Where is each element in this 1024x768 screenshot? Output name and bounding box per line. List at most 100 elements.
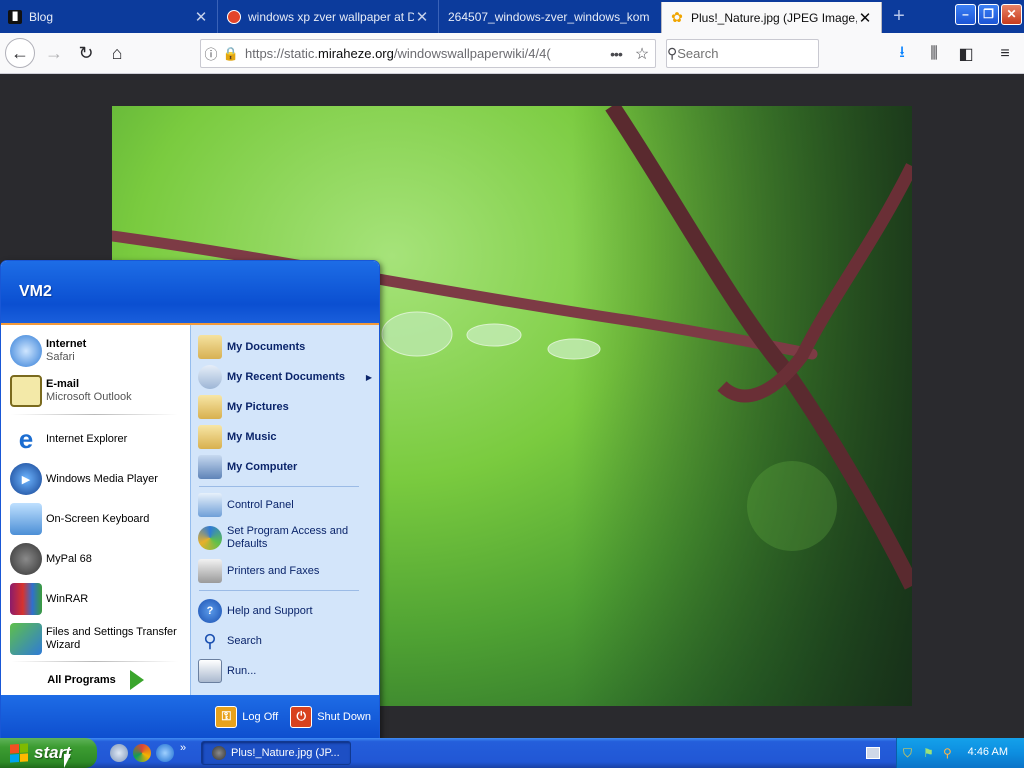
- tab-duckduckgo[interactable]: windows xp zver wallpaper at Du ✕: [219, 0, 439, 33]
- program-mypal[interactable]: MyPal 68: [1, 541, 190, 577]
- place-search[interactable]: ⚲ Search: [191, 627, 379, 655]
- back-button[interactable]: ←: [5, 38, 35, 68]
- search-tray-icon[interactable]: ⚲: [943, 746, 957, 760]
- home-button[interactable]: ⌂: [103, 39, 131, 67]
- quicklaunch-chrome-icon[interactable]: [133, 744, 151, 762]
- quicklaunch-expand-icon[interactable]: »: [180, 742, 186, 754]
- outlook-icon: [10, 375, 42, 407]
- start-menu-footer: ⚿ Log Off ⏻ Shut Down: [1, 695, 379, 738]
- power-icon: ⏻: [290, 705, 313, 728]
- folder-documents-icon: [198, 335, 222, 359]
- blog-favicon-icon: █: [8, 9, 22, 24]
- user-name: VM2: [19, 283, 52, 300]
- place-my-documents[interactable]: My Documents: [191, 333, 379, 361]
- submenu-arrow-icon: ▶: [365, 372, 372, 382]
- all-programs-button[interactable]: All Programs: [1, 665, 190, 695]
- lock-icon[interactable]: 🔒: [221, 46, 241, 62]
- new-tab-button[interactable]: +: [887, 5, 911, 29]
- place-my-pictures[interactable]: My Pictures: [191, 393, 379, 421]
- clock[interactable]: 4:46 AM: [968, 746, 1008, 758]
- program-internet-explorer[interactable]: e Internet Explorer: [1, 421, 190, 457]
- start-menu: VM2 Internet Safari E-mail Microsoft Outlo…: [0, 260, 380, 739]
- downloads-icon[interactable]: ⭳: [889, 41, 915, 67]
- control-panel-icon: [198, 493, 222, 517]
- flower-favicon-icon: ✿: [671, 9, 683, 25]
- search-box[interactable]: ⚲: [666, 39, 854, 68]
- place-my-music[interactable]: My Music: [191, 423, 379, 451]
- key-icon: ⚿: [215, 705, 238, 728]
- search-input[interactable]: [677, 46, 854, 61]
- separator: [11, 661, 178, 662]
- tab-blog[interactable]: █ Blog ✕: [0, 0, 218, 33]
- language-bar-icon[interactable]: [866, 747, 880, 759]
- restore-button[interactable]: ❐: [978, 4, 999, 25]
- transfer-wizard-icon: [10, 623, 42, 655]
- program-defaults-icon: [198, 526, 222, 550]
- tab-title: windows xp zver wallpaper at Du: [248, 9, 414, 24]
- program-winrar[interactable]: WinRAR: [1, 581, 190, 617]
- close-tab-icon[interactable]: ✕: [193, 8, 209, 26]
- keyboard-icon: [10, 503, 42, 535]
- start-button[interactable]: start: [0, 738, 97, 768]
- reload-button[interactable]: ↻: [72, 39, 100, 67]
- computer-icon: [198, 455, 222, 479]
- safari-compass-icon: [10, 335, 42, 367]
- pinned-internet[interactable]: Internet Safari: [1, 333, 190, 369]
- shut-down-button[interactable]: ⏻ Shut Down: [290, 705, 371, 728]
- tab-title: Blog: [29, 9, 54, 24]
- program-files-settings-transfer[interactable]: Files and Settings Transfer Wizard: [1, 621, 190, 657]
- info-icon[interactable]: ⓘ: [201, 44, 221, 63]
- minimize-button[interactable]: –: [955, 4, 976, 25]
- mouse-cursor-icon: [64, 754, 71, 768]
- quicklaunch-globe-icon[interactable]: [110, 744, 128, 762]
- log-off-button[interactable]: ⚿ Log Off: [215, 705, 278, 728]
- network-icon[interactable]: ⚑: [923, 746, 937, 760]
- close-tab-icon[interactable]: ✕: [857, 9, 873, 27]
- start-menu-programs: Internet Safari E-mail Microsoft Outlook e…: [1, 325, 190, 697]
- folder-pictures-icon: [198, 395, 222, 419]
- tab-title: Plus!_Nature.jpg (JPEG Image, 8(: [691, 10, 857, 25]
- place-help-support[interactable]: ? Help and Support: [191, 597, 379, 625]
- forward-button[interactable]: →: [40, 39, 68, 67]
- arrow-right-icon: [129, 670, 144, 690]
- sidebar-icon[interactable]: ◧: [953, 41, 979, 67]
- media-player-icon: ▶: [10, 463, 42, 495]
- url-text[interactable]: https://static.miraheze.org/windowswallp…: [241, 46, 603, 61]
- address-bar[interactable]: ⓘ 🔒 https://static.miraheze.org/windowsw…: [200, 39, 656, 68]
- separator: [11, 414, 178, 415]
- place-run[interactable]: Run...: [191, 657, 379, 685]
- library-icon[interactable]: ⫼: [921, 41, 947, 67]
- tab-wallpaper-page[interactable]: 264507_windows-zver_windows_kom: [440, 0, 660, 33]
- place-program-access-defaults[interactable]: Set Program Access and Defaults: [191, 521, 379, 555]
- run-icon: [198, 659, 222, 683]
- place-my-computer[interactable]: My Computer: [191, 453, 379, 481]
- internet-explorer-icon: e: [18, 423, 34, 454]
- taskbar-button-nature-image[interactable]: Plus!_Nature.jpg (JP...: [201, 741, 351, 765]
- tab-nature-image[interactable]: ✿ Plus!_Nature.jpg (JPEG Image, 8( ✕: [661, 2, 882, 33]
- help-icon: ?: [198, 599, 222, 623]
- program-on-screen-keyboard[interactable]: On-Screen Keyboard: [1, 501, 190, 537]
- place-control-panel[interactable]: Control Panel: [191, 491, 379, 519]
- close-tab-icon[interactable]: ✕: [414, 8, 430, 26]
- mypal-raccoon-icon: [212, 746, 226, 760]
- recent-documents-icon: [198, 365, 222, 389]
- quicklaunch-ie-icon[interactable]: [156, 744, 174, 762]
- duckduckgo-favicon-icon: [227, 9, 241, 24]
- page-actions-icon[interactable]: •••: [603, 46, 629, 62]
- tab-strip: █ Blog ✕ windows xp zver wallpaper at Du…: [0, 0, 1024, 33]
- mypal-raccoon-icon: [10, 543, 42, 575]
- place-my-recent-documents[interactable]: My Recent Documents ▶: [191, 363, 379, 391]
- start-menu-places: My Documents My Recent Documents ▶ My Pi…: [190, 325, 379, 697]
- separator: [199, 590, 359, 591]
- program-windows-media-player[interactable]: ▶ Windows Media Player: [1, 461, 190, 497]
- start-menu-header: VM2: [1, 261, 379, 325]
- close-window-button[interactable]: ✕: [1001, 4, 1022, 25]
- winrar-icon: [10, 583, 42, 615]
- pinned-email[interactable]: E-mail Microsoft Outlook: [1, 373, 190, 409]
- place-printers-faxes[interactable]: Printers and Faxes: [191, 557, 379, 585]
- menu-icon[interactable]: ≡: [992, 41, 1018, 67]
- printer-icon: [198, 559, 222, 583]
- security-shield-icon[interactable]: ⛉: [903, 746, 917, 760]
- search-icon: ⚲: [667, 45, 678, 61]
- bookmark-star-icon[interactable]: ☆: [629, 44, 655, 64]
